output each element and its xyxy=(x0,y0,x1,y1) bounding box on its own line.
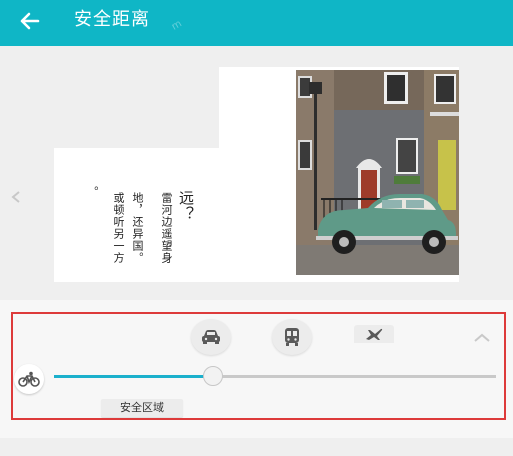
house-with-car-image xyxy=(296,70,459,275)
page-edge-chevron-icon xyxy=(11,191,20,203)
text-column: 地，还异国。 xyxy=(131,192,144,264)
app-header: 安全距离 m xyxy=(0,0,513,46)
header-watermark: m xyxy=(169,18,184,33)
page-title: 安全距离 xyxy=(74,9,150,30)
text-column: 远？ xyxy=(177,190,195,222)
highlight-box xyxy=(11,312,506,420)
text-column: 。 xyxy=(86,186,99,198)
text-column: 或顿听另一方 xyxy=(112,192,125,264)
back-arrow-icon[interactable] xyxy=(16,7,44,35)
text-column: 雷河边遥望身 xyxy=(160,192,173,264)
footer-strip xyxy=(0,438,513,456)
street-photo xyxy=(296,70,459,275)
